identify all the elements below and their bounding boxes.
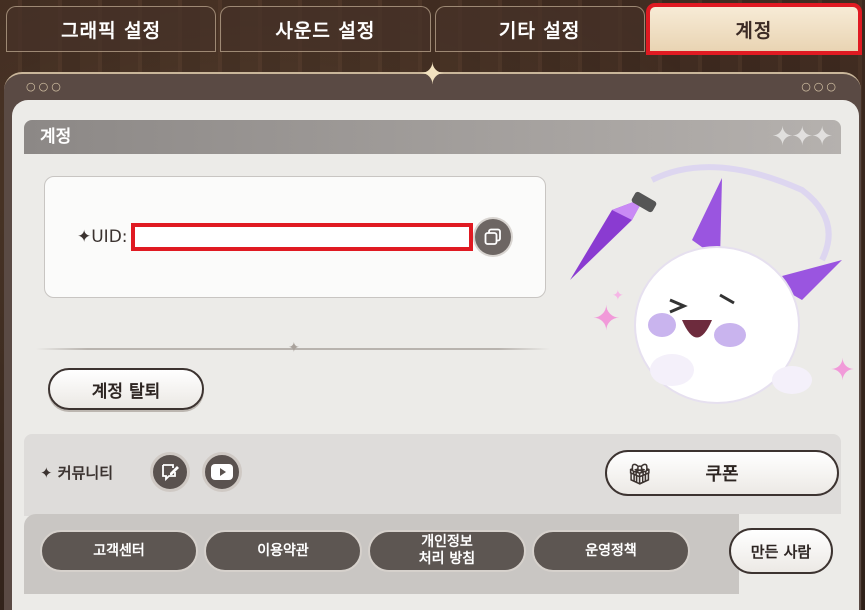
settings-tabs: 그래픽 설정 사운드 설정 기타 설정 계정 [6,3,863,55]
svg-text:✦: ✦ [830,353,855,388]
uid-card: ✦UID: [44,176,546,298]
account-panel: 계정 ✦✦✦ ✦UID: ✦ 계정 탈퇴 ✦ ✦ ✦ ✦ 커뮤니티 🎁︎ 쿠폰 … [12,100,859,610]
customer-center-button[interactable]: 고객센터 [40,530,198,572]
forum-button[interactable] [150,452,190,492]
youtube-icon [211,464,233,480]
delete-account-button[interactable]: 계정 탈퇴 [48,368,204,410]
privacy-policy-button[interactable]: 개인정보 처리 방침 [368,530,526,572]
coupon-button[interactable]: 🎁︎ 쿠폰 [605,450,839,496]
edit-chat-icon [162,464,179,482]
community-label: ✦ 커뮤니티 [40,464,113,482]
gift-icon: 🎁︎ [627,462,653,486]
terms-of-use-button[interactable]: 이용약관 [204,530,362,572]
diamond-ornament-icon: ✦ [419,57,446,92]
divider-gem-icon: ✦ [288,340,300,356]
uid-label: ✦UID: [77,227,128,247]
tab-other[interactable]: 기타 설정 [434,6,645,52]
mascot-illustration: ✦ ✦ ✦ [570,164,855,404]
section-header: 계정 ✦✦✦ [24,120,841,154]
section-title: 계정 [40,127,72,147]
tab-graphics[interactable]: 그래픽 설정 [6,6,217,52]
tab-account[interactable]: 계정 [645,3,863,55]
frame-dots-right: ○○○ [801,80,839,93]
operation-policy-button[interactable]: 운영정책 [532,530,690,572]
uid-value-field [131,223,473,251]
youtube-button[interactable] [202,452,242,492]
credits-button[interactable]: 만든 사람 [729,528,833,574]
coupon-label: 쿠폰 [705,464,739,485]
svg-text:✦: ✦ [592,299,621,339]
sparkle-decoration-icon: ✦✦✦ [771,122,833,152]
community-bar: ✦ 커뮤니티 🎁︎ 쿠폰 [24,434,841,516]
copy-icon [484,228,501,245]
frame-dots-left: ○○○ [26,80,64,93]
tab-sound[interactable]: 사운드 설정 [220,6,431,52]
footer-links: 고객센터 이용약관 개인정보 처리 방침 운영정책 [24,514,739,594]
copy-uid-button[interactable] [475,219,511,255]
svg-text:✦: ✦ [612,288,624,304]
